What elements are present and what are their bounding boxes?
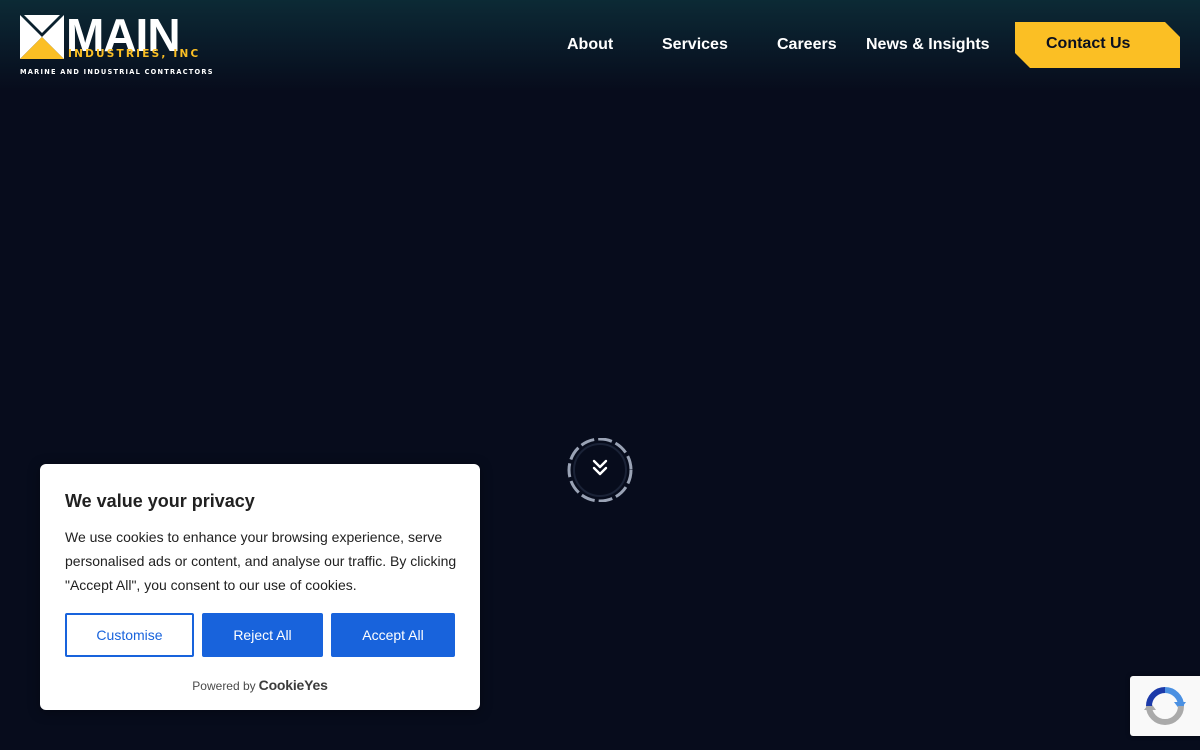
nav-news-insights[interactable]: News & Insights <box>866 35 990 55</box>
contact-us-label: Contact Us <box>1046 35 1131 52</box>
cookieyes-logo[interactable]: CookieYes <box>259 677 328 693</box>
cookie-description: We use cookies to enhance your browsing … <box>65 529 457 593</box>
nav-about[interactable]: About <box>567 35 613 55</box>
cookie-title: We value your privacy <box>65 491 255 511</box>
scroll-down-indicator[interactable] <box>565 437 635 503</box>
nav-services[interactable]: Services <box>662 35 728 55</box>
reject-all-button[interactable]: Reject All <box>202 613 323 657</box>
nav-careers[interactable]: Careers <box>777 35 837 55</box>
double-chevron-down-icon <box>567 437 633 503</box>
contact-us-button[interactable]: Contact Us <box>1015 22 1180 68</box>
powered-by: Powered by CookieYes <box>40 677 480 693</box>
logo-sub-text: INDUSTRIES, INC <box>68 48 201 60</box>
site-logo[interactable]: MAIN INDUSTRIES, INC MARINE AND INDUSTRI… <box>20 9 213 77</box>
customise-button[interactable]: Customise <box>65 613 194 657</box>
powered-by-label: Powered by <box>192 679 256 693</box>
page: MAIN INDUSTRIES, INC MARINE AND INDUSTRI… <box>0 0 1200 750</box>
site-header: MAIN INDUSTRIES, INC MARINE AND INDUSTRI… <box>0 0 1200 90</box>
logo-mark-icon <box>20 15 64 59</box>
logo-tagline: MARINE AND INDUSTRIAL CONTRACTORS <box>20 68 214 76</box>
cookie-consent-banner: We value your privacy We use cookies to … <box>40 464 480 710</box>
recaptcha-badge[interactable] <box>1130 676 1200 736</box>
recaptcha-icon <box>1144 687 1186 725</box>
accept-all-button[interactable]: Accept All <box>331 613 455 657</box>
